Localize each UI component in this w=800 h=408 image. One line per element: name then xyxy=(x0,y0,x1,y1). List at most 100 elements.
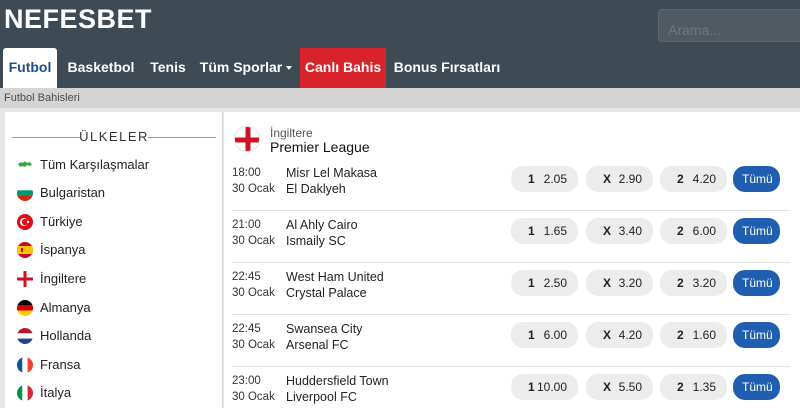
odd-value: 4.20 xyxy=(692,172,716,186)
match-date: 30 Ocak xyxy=(232,391,275,403)
chevron-down-icon xyxy=(745,295,751,300)
chevron-down-icon xyxy=(745,399,751,404)
odd-label: X xyxy=(603,224,612,238)
tab-tenis[interactable]: Tenis xyxy=(143,48,193,88)
sidebar-item-ingiltere[interactable]: İngiltere xyxy=(17,268,217,290)
odd-label: X xyxy=(603,276,612,290)
odd-away-button[interactable]: 2 4.20 xyxy=(660,166,727,192)
tab-bonus-firsatlari[interactable]: Bonus Fırsatları xyxy=(390,48,504,88)
odd-away-button[interactable]: 2 3.20 xyxy=(660,270,727,296)
away-team[interactable]: Liverpool FC xyxy=(286,390,357,404)
odd-value: 2.50 xyxy=(543,276,567,290)
odd-value: 10.00 xyxy=(536,380,567,394)
odd-home-button[interactable]: 1 6.00 xyxy=(511,322,578,348)
odd-home-button[interactable]: 1 2.05 xyxy=(511,166,578,192)
odd-value: 4.20 xyxy=(618,328,642,342)
away-team[interactable]: Ismaily SC xyxy=(286,234,346,248)
sidebar-item-turkiye[interactable]: Türkiye xyxy=(17,211,217,233)
odd-label: X xyxy=(603,328,612,342)
odd-draw-button[interactable]: X 2.90 xyxy=(586,166,653,192)
odd-value: 3.20 xyxy=(618,276,642,290)
chevron-down-icon xyxy=(745,347,751,352)
more-odds-button[interactable]: Tümü xyxy=(733,218,780,248)
top-bar: NEFESBET Futbol Basketbol Tenis Tüm Spor… xyxy=(0,0,800,88)
away-team[interactable]: Crystal Palace xyxy=(286,286,367,300)
match-row: 22:45 30 Ocak West Ham United Crystal Pa… xyxy=(224,262,800,314)
home-team[interactable]: Misr Lel Makasa xyxy=(286,166,377,180)
flag-spain-icon xyxy=(17,242,33,258)
match-time: 22:45 xyxy=(232,323,261,335)
countries-sidebar: ÜLKELER Tüm Karşılaşmalar Bulgaristan Tü… xyxy=(5,112,223,408)
more-label: Tümü xyxy=(742,328,773,342)
odd-draw-button[interactable]: X 4.20 xyxy=(586,322,653,348)
flag-england-icon xyxy=(17,271,33,287)
more-odds-button[interactable]: Tümü xyxy=(733,166,780,196)
more-label: Tümü xyxy=(742,172,773,186)
tab-label: Basketbol xyxy=(67,59,135,75)
home-team[interactable]: West Ham United xyxy=(286,270,384,284)
match-row: 21:00 30 Ocak Al Ahly Cairo Ismaily SC 1… xyxy=(224,210,800,262)
odd-draw-button[interactable]: X 5.50 xyxy=(586,374,653,400)
tab-basketbol[interactable]: Basketbol xyxy=(60,48,142,88)
sidebar-item-italya[interactable]: İtalya xyxy=(17,382,217,404)
sidebar-item-ispanya[interactable]: İspanya xyxy=(17,239,217,261)
odd-away-button[interactable]: 2 1.60 xyxy=(660,322,727,348)
odd-draw-button[interactable]: X 3.20 xyxy=(586,270,653,296)
chevron-down-icon xyxy=(286,66,293,71)
search-input[interactable] xyxy=(658,9,800,42)
odd-label: 1 xyxy=(528,224,535,238)
tab-tum-sporlar[interactable]: Tüm Sporlar xyxy=(196,48,296,88)
odd-home-button[interactable]: 1 10.00 xyxy=(511,374,578,400)
odd-label: X xyxy=(603,172,612,186)
odd-label: 1 xyxy=(528,380,535,394)
home-team[interactable]: Huddersfield Town xyxy=(286,374,389,388)
sidebar-item-fransa[interactable]: Fransa xyxy=(17,354,217,376)
odd-away-button[interactable]: 2 6.00 xyxy=(660,218,727,244)
match-time: 23:00 xyxy=(232,375,261,387)
brand-logo[interactable]: NEFESBET xyxy=(4,4,152,35)
odd-draw-button[interactable]: X 3.40 xyxy=(586,218,653,244)
league-country: İngiltere xyxy=(270,126,313,140)
odd-label: 2 xyxy=(677,276,684,290)
tab-label: Canlı Bahis xyxy=(304,59,382,75)
more-odds-button[interactable]: Tümü xyxy=(733,374,780,404)
match-date: 30 Ocak xyxy=(232,287,275,299)
match-date: 30 Ocak xyxy=(232,339,275,351)
odd-value: 1.35 xyxy=(692,380,716,394)
odd-label: 2 xyxy=(677,224,684,238)
away-team[interactable]: Arsenal FC xyxy=(286,338,349,352)
sidebar-item-hollanda[interactable]: Hollanda xyxy=(17,325,217,347)
flag-germany-icon xyxy=(17,300,33,316)
odd-label: 1 xyxy=(528,276,535,290)
odd-home-button[interactable]: 1 2.50 xyxy=(511,270,578,296)
odd-value: 1.60 xyxy=(692,328,716,342)
odd-label: 1 xyxy=(528,328,535,342)
match-row: 18:00 30 Ocak Misr Lel Makasa El Daklyeh… xyxy=(224,158,800,210)
sidebar-item-bulgaristan[interactable]: Bulgaristan xyxy=(17,182,217,204)
sidebar-item-label: Bulgaristan xyxy=(40,185,106,200)
odd-home-button[interactable]: 1 1.65 xyxy=(511,218,578,244)
tab-futbol[interactable]: Futbol xyxy=(3,48,57,88)
sidebar-item-label: Türkiye xyxy=(40,214,83,229)
sidebar-item-label: İspanya xyxy=(40,242,86,257)
sidebar-item-tum-karsilasmalar[interactable]: Tüm Karşılaşmalar xyxy=(17,154,217,176)
more-odds-button[interactable]: Tümü xyxy=(733,322,780,352)
away-team[interactable]: El Daklyeh xyxy=(286,182,346,196)
league-name[interactable]: Premier League xyxy=(270,139,370,155)
row-divider xyxy=(232,366,790,367)
odd-label: 1 xyxy=(528,172,535,186)
sidebar-item-almanya[interactable]: Almanya xyxy=(17,297,217,319)
odd-value: 2.90 xyxy=(618,172,642,186)
odd-away-button[interactable]: 2 1.35 xyxy=(660,374,727,400)
odd-value: 2.05 xyxy=(543,172,567,186)
home-team[interactable]: Al Ahly Cairo xyxy=(286,218,358,232)
home-team[interactable]: Swansea City xyxy=(286,322,362,336)
match-row: 23:00 30 Ocak Huddersfield Town Liverpoo… xyxy=(224,366,800,408)
chevron-down-icon xyxy=(745,191,751,196)
odd-label: 2 xyxy=(677,172,684,186)
odd-label: 2 xyxy=(677,328,684,342)
more-odds-button[interactable]: Tümü xyxy=(733,270,780,300)
flag-england-icon xyxy=(234,126,260,152)
tab-canli-bahis[interactable]: Canlı Bahis xyxy=(300,48,386,88)
odd-value: 6.00 xyxy=(543,328,567,342)
